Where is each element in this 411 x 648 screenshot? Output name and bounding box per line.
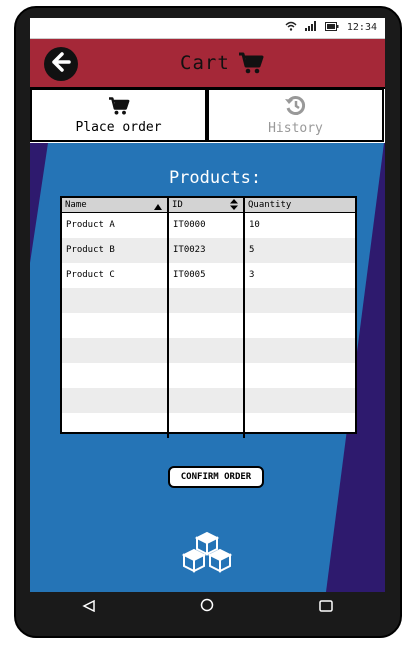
cell-name: Product B: [62, 238, 169, 263]
table-body: Product A IT0000 10 Product B IT0023 5 Product…: [62, 213, 355, 438]
confirm-order-button[interactable]: CONFIRM ORDER: [168, 466, 264, 488]
cell-name: Product A: [62, 213, 169, 238]
tab-label: History: [268, 120, 323, 136]
status-bar: 12:34: [30, 18, 385, 39]
table-header: Name ID Quantity: [62, 198, 355, 213]
products-table: Name ID Quantity Product A IT0000 10 Produc…: [60, 196, 357, 438]
table-row[interactable]: Product A IT0000 10: [62, 213, 355, 238]
tab-place-order[interactable]: Place order: [30, 88, 207, 142]
tab-bar: Place order History: [30, 88, 385, 142]
cell-name: [62, 413, 169, 438]
cell-quantity: [245, 313, 355, 338]
table-row[interactable]: [62, 338, 355, 363]
tab-history[interactable]: History: [207, 88, 384, 142]
cell-name: Product C: [62, 263, 169, 288]
cell-id: [169, 313, 245, 338]
cell-name: [62, 363, 169, 388]
cell-quantity: [245, 388, 355, 413]
column-header-name[interactable]: Name: [62, 198, 169, 212]
column-header-id[interactable]: ID: [169, 198, 245, 212]
nav-back-icon[interactable]: [82, 597, 96, 616]
cell-name: [62, 288, 169, 313]
back-button[interactable]: [44, 47, 78, 81]
status-time: 12:34: [346, 22, 377, 33]
nav-home-icon[interactable]: [200, 597, 214, 616]
cart-icon: [107, 96, 131, 120]
screen: 12:34 Cart Place order History Products:…: [30, 18, 385, 592]
table-row[interactable]: Product B IT0023 5: [62, 238, 355, 263]
cell-quantity: [245, 288, 355, 313]
cell-id: [169, 388, 245, 413]
column-header-quantity[interactable]: Quantity: [245, 198, 355, 212]
table-row[interactable]: [62, 388, 355, 413]
cell-name: [62, 313, 169, 338]
cell-quantity: 10: [249, 220, 260, 230]
table-row[interactable]: [62, 288, 355, 313]
sort-ascending-icon: [154, 201, 162, 215]
cell-id: IT0005: [169, 263, 245, 288]
signal-icon: [304, 21, 317, 34]
app-header: Cart: [30, 39, 385, 89]
cell-name: [62, 338, 169, 363]
app-logo-icon: [180, 531, 234, 579]
nav-recents-icon[interactable]: [319, 597, 333, 616]
battery-icon: [324, 21, 339, 34]
back-icon: [50, 51, 72, 77]
cell-quantity: 5: [249, 245, 255, 255]
cell-id: [169, 363, 245, 388]
cell-id: [169, 288, 245, 313]
page-title: Cart: [180, 52, 230, 74]
tab-label: Place order: [75, 119, 162, 135]
sort-icon: [230, 199, 238, 215]
products-heading: Products:: [168, 168, 262, 188]
cell-quantity: [245, 363, 355, 388]
table-row[interactable]: [62, 313, 355, 338]
cell-quantity: [245, 338, 355, 363]
table-row[interactable]: [62, 363, 355, 388]
main-content: Products: Name ID Quantity Product A IT00: [30, 143, 385, 592]
table-row[interactable]: [62, 413, 355, 438]
cell-id: IT0000: [169, 213, 245, 238]
wifi-icon: [285, 21, 297, 34]
cell-name: [62, 388, 169, 413]
cell-id: IT0023: [169, 238, 245, 263]
cell-id: [169, 338, 245, 363]
cart-icon: [238, 51, 264, 79]
table-row[interactable]: Product C IT0005 3: [62, 263, 355, 288]
history-icon: [284, 95, 308, 121]
system-nav-bar: [30, 593, 385, 619]
cell-quantity: [245, 413, 355, 438]
cell-quantity: 3: [249, 270, 255, 280]
cell-id: [169, 413, 245, 438]
